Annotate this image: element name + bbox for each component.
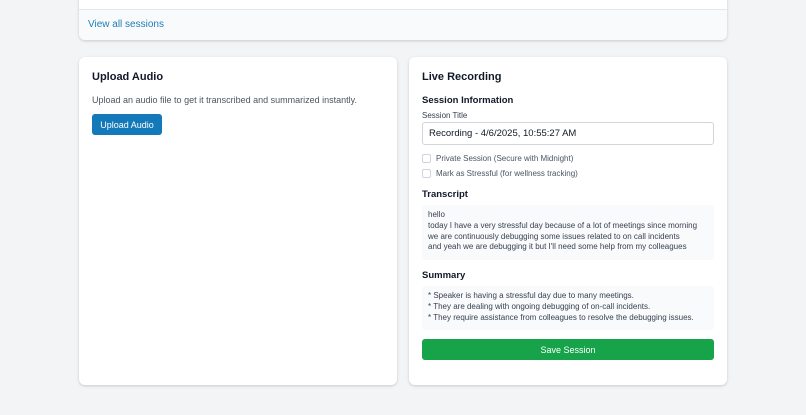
private-session-label: Private Session (Secure with Midnight) [436,154,574,163]
live-recording-title: Live Recording [422,71,502,83]
live-recording-card: Live Recording Session Information Sessi… [409,57,727,385]
save-session-button[interactable]: Save Session [422,339,714,360]
transcript-line: and yeah we are debugging it but I'll ne… [428,242,687,252]
stressful-checkbox[interactable] [422,169,431,178]
view-all-sessions-link[interactable]: View all sessions [88,19,164,30]
sessions-card-footer: View all sessions [79,9,727,40]
private-session-checkbox[interactable] [422,154,431,163]
stressful-label: Mark as Stressful (for wellness tracking… [436,169,578,178]
transcript-heading: Transcript [422,189,468,200]
summary-heading: Summary [422,270,466,281]
summary-line: * Speaker is having a stressful day due … [428,291,634,300]
private-session-row: Private Session (Secure with Midnight) [422,154,573,163]
session-title-input[interactable] [422,122,714,145]
session-information-heading: Session Information [422,95,514,106]
transcript-line: hello [428,210,445,219]
transcript-line: we are continuously debugging some issue… [428,231,680,241]
summary-line: * They require assistance from colleague… [428,312,694,322]
sessions-card: View all sessions [79,0,727,40]
summary-line: * They are dealing with ongoing debuggin… [428,301,651,311]
transcript-box: hello today I have a very stressful day … [422,205,714,260]
upload-audio-title: Upload Audio [92,71,164,83]
session-title-label: Session Title [422,111,468,120]
upload-audio-button[interactable]: Upload Audio [92,114,162,135]
stressful-row: Mark as Stressful (for wellness tracking… [422,169,578,178]
upload-audio-description: Upload an audio file to get it transcrib… [92,95,357,105]
transcript-line: today I have a very stressful day becaus… [428,220,698,230]
summary-box: * Speaker is having a stressful day due … [422,286,714,330]
upload-audio-card: Upload Audio Upload an audio file to get… [79,57,397,385]
